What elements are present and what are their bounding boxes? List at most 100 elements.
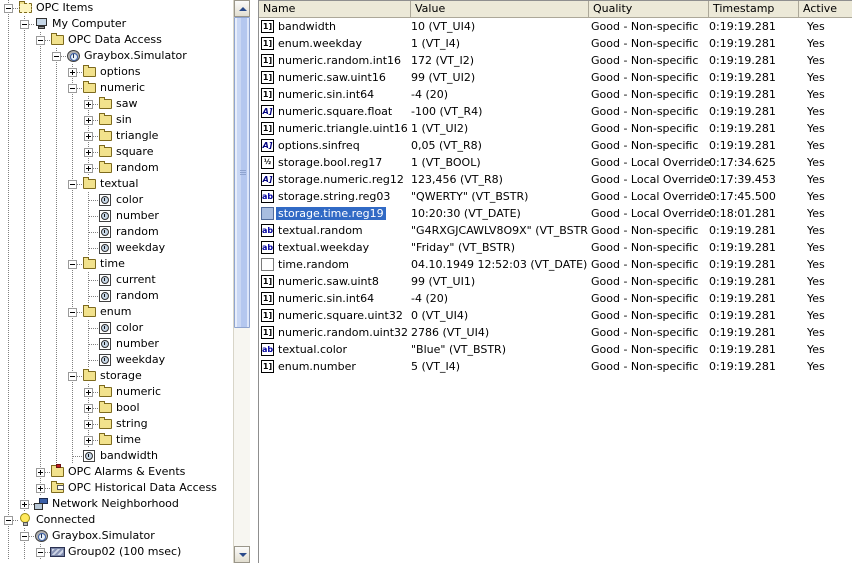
tree-item-random[interactable]: random [0, 288, 232, 304]
expand-icon[interactable] [84, 420, 93, 429]
expand-icon[interactable] [84, 116, 93, 125]
table-row[interactable]: A]options.sinfreq0,05 (VT_R8)Good - Non-… [259, 137, 852, 154]
table-row[interactable]: 1]numeric.triangle.uint161 (VT_UI2)Good … [259, 120, 852, 137]
tree-item-enum[interactable]: enum [0, 304, 232, 320]
tree-item-graybox-simulator[interactable]: Graybox.Simulator [0, 48, 232, 64]
tree-item-options[interactable]: options [0, 64, 232, 80]
pane-splitter[interactable] [250, 0, 258, 563]
tree-item-storage[interactable]: storage [0, 368, 232, 384]
tree-item-graybox-simulator[interactable]: Graybox.Simulator [0, 528, 232, 544]
tree-item-weekday[interactable]: weekday [0, 352, 232, 368]
table-row[interactable]: 1]bandwidth10 (VT_UI4)Good - Non-specifi… [259, 18, 852, 35]
tree-item-opc-alarms-events[interactable]: OPC Alarms & Events [0, 464, 232, 480]
collapse-icon[interactable] [68, 308, 77, 317]
table-row[interactable]: 1]enum.number5 (VT_I4)Good - Non-specifi… [259, 358, 852, 375]
tree-item-color[interactable]: color [0, 320, 232, 336]
tree-item-number[interactable]: number [0, 336, 232, 352]
list-rows[interactable]: 1]bandwidth10 (VT_UI4)Good - Non-specifi… [259, 18, 852, 375]
tree-item-color[interactable]: color [0, 192, 232, 208]
expand-icon[interactable] [36, 468, 45, 477]
column-header-value[interactable]: Value [411, 1, 589, 17]
list-header[interactable]: NameValueQualityTimestampActive [259, 1, 852, 18]
tree-item-random[interactable]: random [0, 160, 232, 176]
table-row[interactable]: ½storage.bool.reg171 (VT_BOOL)Good - Loc… [259, 154, 852, 171]
tree-item-numeric[interactable]: numeric [0, 80, 232, 96]
tree-pane[interactable]: OPC ItemsMy ComputerOPC Data AccessGrayb… [0, 0, 233, 563]
expand-icon[interactable] [36, 484, 45, 493]
expand-icon[interactable] [20, 500, 29, 509]
table-row[interactable]: abtextual.weekday"Friday" (VT_BSTR)Good … [259, 239, 852, 256]
scroll-down-button[interactable] [234, 546, 250, 563]
table-row[interactable]: time.random04.10.1949 12:52:03 (VT_DATE)… [259, 256, 852, 273]
tree-item-my-computer[interactable]: My Computer [0, 16, 232, 32]
tree-item-bandwidth[interactable]: bandwidth [0, 448, 232, 464]
value-type-str-icon: ab [261, 224, 274, 237]
scrollbar-thumb[interactable] [234, 17, 250, 328]
scroll-up-button[interactable] [234, 0, 250, 17]
tree-item-square[interactable]: square [0, 144, 232, 160]
table-row[interactable]: abtextual.color"Blue" (VT_BSTR)Good - No… [259, 341, 852, 358]
column-header-quality[interactable]: Quality [589, 1, 709, 17]
table-row[interactable]: 1]numeric.square.uint320 (VT_UI4)Good - … [259, 307, 852, 324]
collapse-icon[interactable] [68, 372, 77, 381]
expand-icon[interactable] [84, 132, 93, 141]
tree-item-triangle[interactable]: triangle [0, 128, 232, 144]
scrollbar-track[interactable] [234, 17, 250, 546]
collapse-icon[interactable] [36, 548, 45, 557]
expand-icon[interactable] [84, 100, 93, 109]
table-row[interactable]: A]numeric.square.float-100 (VT_R4)Good -… [259, 103, 852, 120]
collapse-icon[interactable] [4, 4, 13, 13]
expand-icon[interactable] [84, 148, 93, 157]
tree-item-string[interactable]: string [0, 416, 232, 432]
collapse-icon[interactable] [68, 180, 77, 189]
expand-icon[interactable] [84, 164, 93, 173]
tree-item-sin[interactable]: sin [0, 112, 232, 128]
expand-icon[interactable] [84, 388, 93, 397]
tree-item-random[interactable]: random [0, 224, 232, 240]
expand-icon[interactable] [84, 436, 93, 445]
table-row[interactable]: A]storage.numeric.reg12123,456 (VT_R8)Go… [259, 171, 852, 188]
folder-icon [82, 65, 98, 79]
tree-item-current[interactable]: current [0, 272, 232, 288]
group-icon [50, 545, 66, 559]
tree-item-time[interactable]: time [0, 432, 232, 448]
column-header-timestamp[interactable]: Timestamp [709, 1, 799, 17]
tree-item-time[interactable]: time [0, 256, 232, 272]
tree-item-opc-items[interactable]: OPC Items [0, 0, 232, 16]
tree-item-number[interactable]: number [0, 208, 232, 224]
collapse-icon[interactable] [20, 532, 29, 541]
items-list-pane[interactable]: NameValueQualityTimestampActive 1]bandwi… [258, 0, 852, 563]
expand-icon[interactable] [68, 68, 77, 77]
collapse-icon[interactable] [36, 36, 45, 45]
tree-item-label: OPC Alarms & Events [68, 464, 185, 480]
tree-item-group02-100-msec[interactable]: Group02 (100 msec) [0, 544, 232, 560]
table-row[interactable]: abstorage.string.reg03"QWERTY" (VT_BSTR)… [259, 188, 852, 205]
column-header-name[interactable]: Name [259, 1, 411, 17]
collapse-icon[interactable] [4, 516, 13, 525]
table-row[interactable]: 1]enum.weekday1 (VT_I4)Good - Non-specif… [259, 35, 852, 52]
tree-item-textual[interactable]: textual [0, 176, 232, 192]
table-row[interactable]: 1]numeric.sin.int64-4 (20)Good - Non-spe… [259, 86, 852, 103]
tree-scrollbar[interactable] [233, 0, 250, 563]
tree-item-opc-data-access[interactable]: OPC Data Access [0, 32, 232, 48]
table-row[interactable]: 1]numeric.saw.uint1699 (VT_UI2)Good - No… [259, 69, 852, 86]
expand-icon[interactable] [84, 404, 93, 413]
table-row[interactable]: abtextual.random"G4RXGJCAWLV8O9X" (VT_BS… [259, 222, 852, 239]
column-header-active[interactable]: Active [799, 1, 852, 17]
collapse-icon[interactable] [68, 84, 77, 93]
tree-item-weekday[interactable]: weekday [0, 240, 232, 256]
tree-item-opc-historical-data-access[interactable]: OPC Historical Data Access [0, 480, 232, 496]
table-row[interactable]: storage.time.reg1910:20:30 (VT_DATE)Good… [259, 205, 852, 222]
tree-item-saw[interactable]: saw [0, 96, 232, 112]
tree-item-connected[interactable]: Connected [0, 512, 232, 528]
table-row[interactable]: 1]numeric.random.int16172 (VT_I2)Good - … [259, 52, 852, 69]
collapse-icon[interactable] [20, 20, 29, 29]
table-row[interactable]: 1]numeric.sin.int64-4 (20)Good - Non-spe… [259, 290, 852, 307]
table-row[interactable]: 1]numeric.saw.uint899 (VT_UI1)Good - Non… [259, 273, 852, 290]
tree-item-bool[interactable]: bool [0, 400, 232, 416]
tree-item-numeric[interactable]: numeric [0, 384, 232, 400]
table-row[interactable]: 1]numeric.random.uint322786 (VT_UI4)Good… [259, 324, 852, 341]
collapse-icon[interactable] [52, 52, 61, 61]
collapse-icon[interactable] [68, 260, 77, 269]
tree-item-network-neighborhood[interactable]: Network Neighborhood [0, 496, 232, 512]
